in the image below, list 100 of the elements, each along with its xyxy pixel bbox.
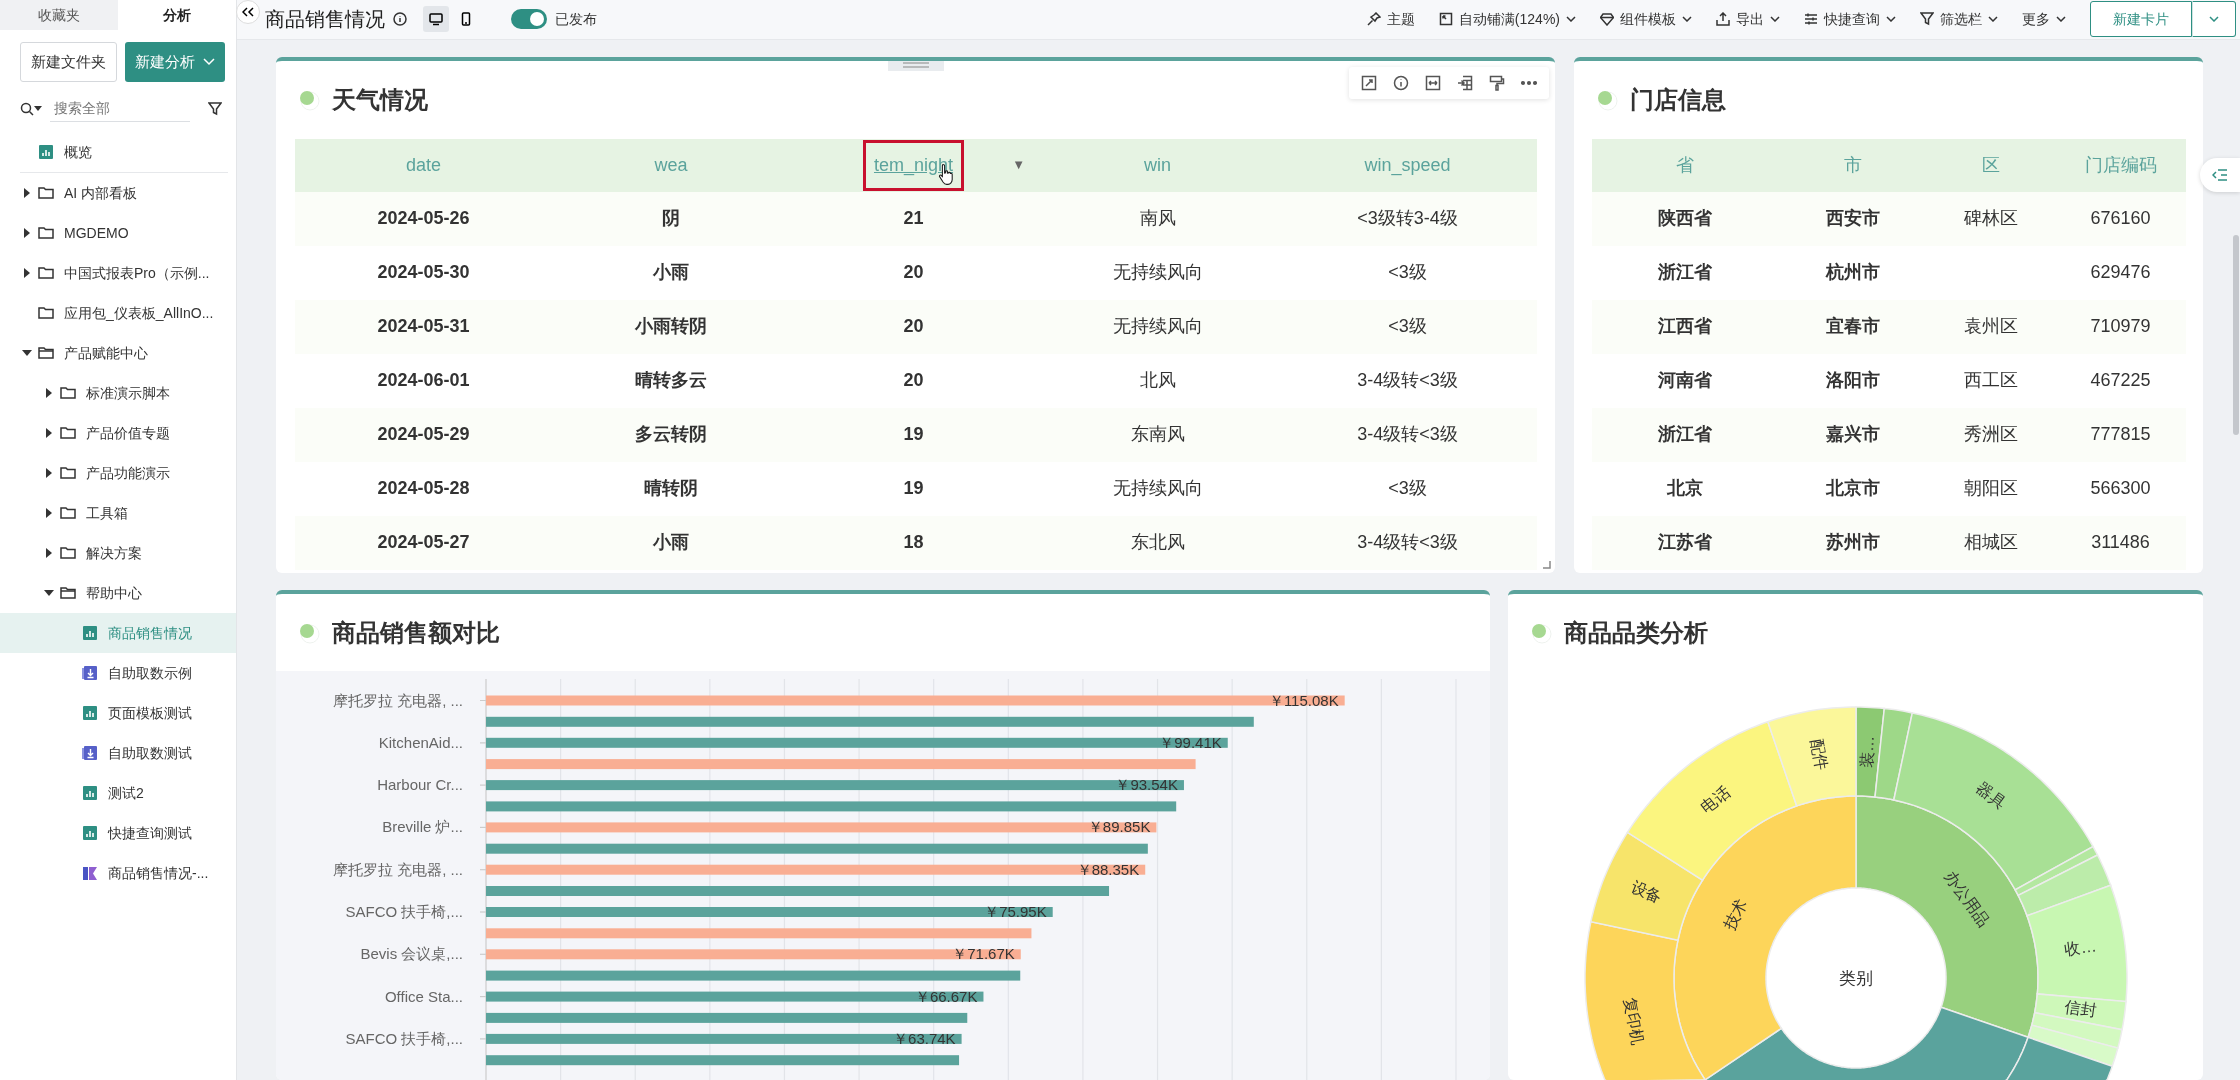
axis-label: Breville 炉... [382, 818, 463, 836]
tree-item[interactable]: 帮助中心 [0, 573, 236, 613]
table-cell: 阴 [662, 208, 680, 229]
table-cell: 19 [903, 424, 924, 445]
axis-label: SAFCO 扶手椅,... [345, 1030, 463, 1048]
caret-down-icon [34, 106, 42, 112]
value-label: ￥75.95K [984, 903, 1047, 921]
segment-label: 配件 [1808, 737, 1831, 772]
tree-item[interactable]: 商品销售情况 [0, 613, 236, 653]
table-cell: 小雨转阴 [635, 316, 707, 337]
center-label: 类别 [1839, 969, 1873, 989]
folder-icon [60, 465, 76, 481]
axis-label: Office Sta... [384, 987, 463, 1005]
sort-arrow[interactable]: ▼ [1012, 154, 1025, 175]
card-title: 商品销售额对比 [332, 617, 500, 648]
table-cell: 多云转阴 [635, 424, 707, 445]
table-cell: 小雨 [653, 262, 689, 283]
publish-label: 已发布 [555, 9, 597, 29]
drag-handle-icon[interactable] [888, 60, 944, 71]
report-icon [82, 865, 98, 881]
scrollbar[interactable] [2233, 235, 2239, 435]
tree-item[interactable]: 商品销售情况-... [0, 853, 236, 893]
fit-width-icon[interactable] [1425, 74, 1441, 91]
tree-item[interactable]: 自助取数测试 [0, 733, 236, 773]
segment-label: 信封 [2063, 998, 2098, 1020]
folder-icon [60, 505, 76, 521]
table-cell: 东南风 [1130, 424, 1185, 445]
tree-item[interactable]: 产品价值专题 [0, 413, 236, 453]
sunburst-segment[interactable] [2027, 1024, 2119, 1068]
tree-item[interactable]: 页面模板测试 [0, 693, 236, 733]
table-cell: <3级 [1388, 478, 1427, 499]
table-cell: 西工区 [1964, 370, 2018, 391]
resize-icon [1438, 12, 1453, 27]
tree-item[interactable]: 自助取数示例 [0, 653, 236, 693]
paint-brush-icon[interactable] [1489, 74, 1505, 91]
more-button[interactable]: 更多 [2014, 4, 2074, 34]
table-cell: 3-4级转<3级 [1357, 370, 1458, 391]
desktop-view-button[interactable] [423, 6, 449, 33]
bar-chart-icon [82, 625, 98, 641]
new-analysis-button[interactable]: 新建分析 [125, 42, 225, 82]
info-icon [393, 12, 407, 27]
tree-item[interactable]: AI 内部看板 [0, 173, 236, 213]
tree-item[interactable]: 解决方案 [0, 533, 236, 573]
table-arrow-icon[interactable] [1457, 74, 1473, 91]
card-title: 门店信息 [1630, 84, 1726, 115]
tree-item[interactable]: 测试2 [0, 773, 236, 813]
card-title: 天气情况 [332, 84, 428, 115]
theme-button[interactable]: 主题 [1358, 4, 1423, 34]
tree-item[interactable]: 产品功能演示 [0, 453, 236, 493]
tree-item[interactable]: 标准演示脚本 [0, 373, 236, 413]
title-dot-icon [298, 88, 320, 111]
table-cell: 467225 [2090, 370, 2151, 391]
autofit-button[interactable]: 自动铺满(124%) [1430, 4, 1584, 34]
sliders-icon [1804, 12, 1818, 27]
segment-label: 收… [2063, 937, 2098, 959]
table-cell: 北京市 [1825, 478, 1880, 499]
value-label: ￥99.41K [1159, 734, 1222, 752]
table-cell: 无持续风向 [1112, 262, 1203, 283]
tree-item[interactable]: 快捷查询测试 [0, 813, 236, 853]
title-dot-icon [298, 621, 320, 644]
export-button[interactable]: 导出 [1708, 4, 1788, 34]
table-cell: 2024-05-30 [377, 262, 470, 283]
tree-item[interactable]: 产品赋能中心 [0, 333, 236, 373]
new-card-menu-button[interactable] [2192, 1, 2236, 38]
download-document-icon [82, 745, 98, 761]
tree-item[interactable]: 概览 [0, 132, 236, 172]
table-cell: 311486 [2091, 532, 2150, 553]
sunburst-segment[interactable] [1766, 706, 1857, 808]
tree-item[interactable]: 工具箱 [0, 493, 236, 533]
table-cell: 碑林区 [1964, 208, 2018, 229]
tree-item[interactable]: 中国式报表Pro（示例... [0, 253, 236, 293]
filter-bar-button[interactable]: 筛选栏 [1912, 4, 2006, 34]
tree-item[interactable]: 应用包_仪表板_AllInO... [0, 293, 236, 333]
bar-chart-icon [82, 785, 98, 801]
table-cell: <3级转3-4级 [1357, 208, 1458, 229]
quick-query-button[interactable]: 快捷查询 [1796, 4, 1904, 34]
table-cell: 2024-05-26 [377, 208, 470, 229]
side-panel-button[interactable] [2200, 158, 2240, 192]
info-icon[interactable] [1393, 74, 1409, 91]
table-cell: 18 [903, 532, 924, 553]
table-cell: 629476 [2090, 262, 2151, 283]
new-card-button[interactable]: 新建卡片 [2090, 1, 2192, 38]
filter-icon [1920, 12, 1934, 27]
value-label: ￥88.35K [1076, 860, 1140, 878]
new-folder-button[interactable]: 新建文件夹 [20, 42, 117, 82]
table-cell: 东北风 [1130, 532, 1185, 553]
table-cell: 2024-05-31 [377, 316, 470, 337]
folder-icon [38, 265, 54, 281]
tree-item[interactable]: MGDEMO [0, 213, 236, 253]
table-cell: 西安市 [1825, 208, 1880, 229]
resize-handle-icon[interactable] [1543, 560, 1551, 569]
template-button[interactable]: 组件模板 [1592, 4, 1700, 34]
sidebar-tab[interactable]: 收藏夹 [0, 0, 118, 30]
pin-icon [1366, 12, 1381, 27]
expand-icon[interactable] [1361, 74, 1377, 91]
table-cell: 杭州市 [1825, 262, 1880, 283]
publish-toggle[interactable] [511, 9, 547, 30]
card-title: 商品品类分析 [1564, 617, 1708, 648]
segment-label: 技术 [1720, 896, 1751, 933]
double-chevron-left-icon [242, 7, 254, 17]
